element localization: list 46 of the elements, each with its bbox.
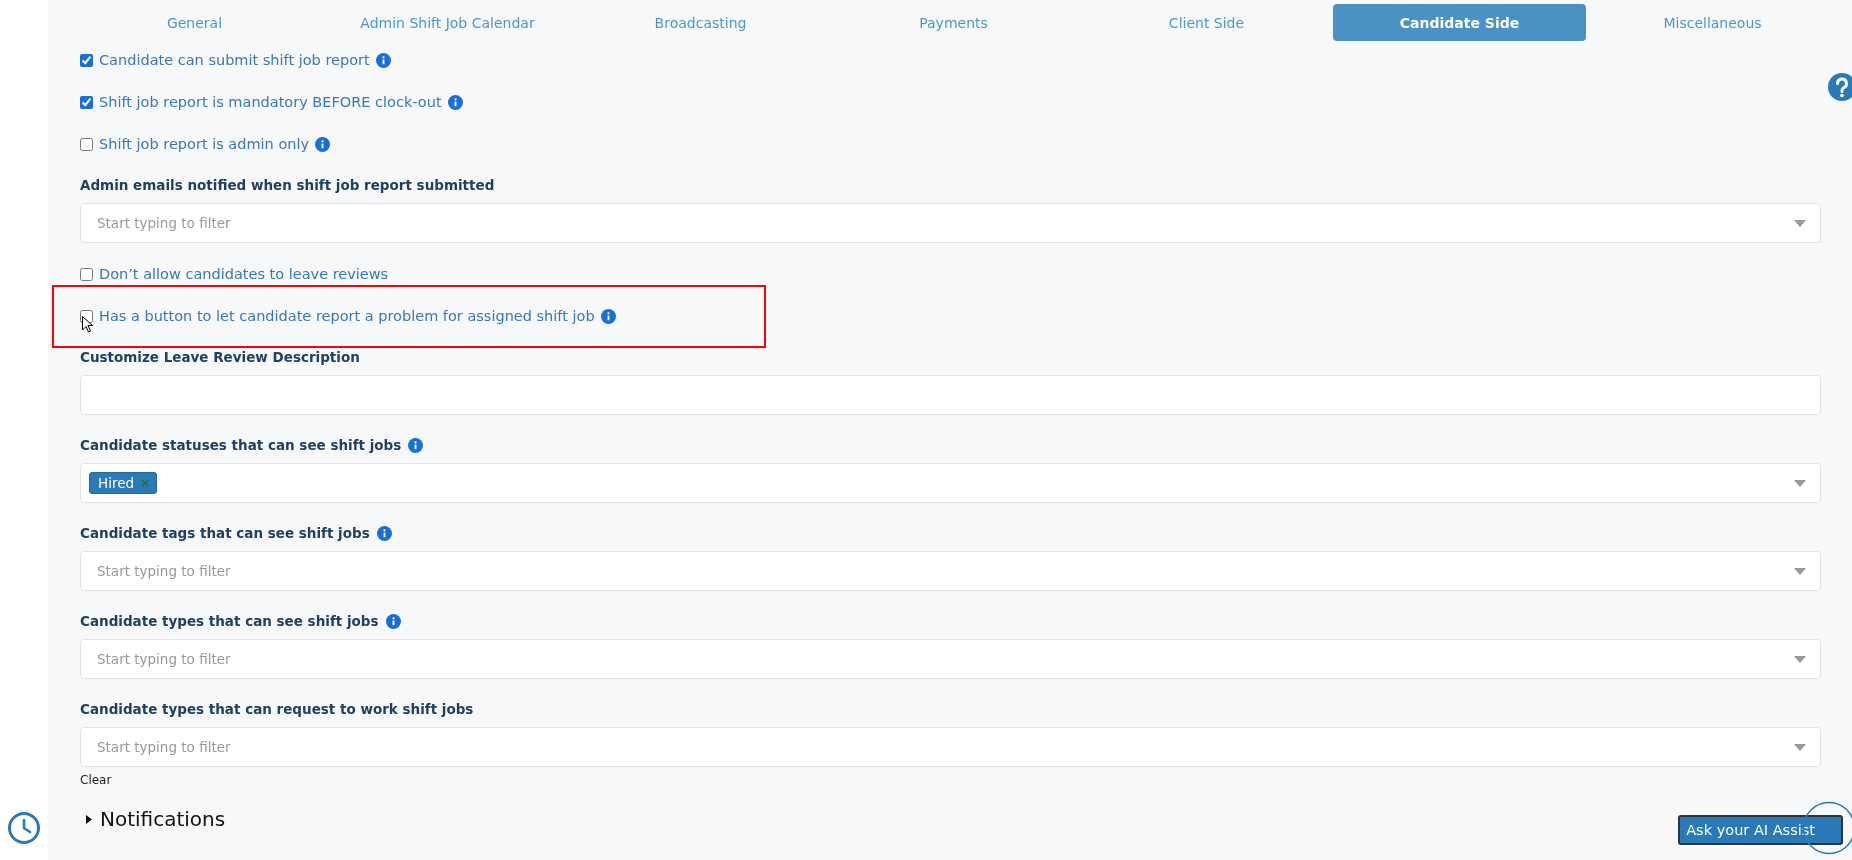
checkbox[interactable] <box>80 95 93 109</box>
checkbox[interactable] <box>80 309 93 323</box>
tab[interactable]: Admin Shift Job Calendar <box>321 4 574 41</box>
tab[interactable]: Miscellaneous <box>1586 4 1839 41</box>
tab[interactable]: Client Side <box>1080 4 1333 41</box>
cursor-icon <box>82 316 93 333</box>
field-label: Customize Leave Review Description <box>80 349 360 365</box>
clock-icon[interactable] <box>7 811 41 845</box>
dropdown-caret-icon <box>1794 743 1806 751</box>
dropdown-caret-icon <box>1794 567 1806 575</box>
tab[interactable]: Candidate Side <box>1333 4 1586 41</box>
tab[interactable]: Payments <box>827 4 1080 41</box>
dropdown-caret-icon <box>1794 479 1806 487</box>
status-tag: Hired × <box>89 472 158 494</box>
filter-input[interactable]: Start typing to filter <box>97 739 1786 755</box>
checkbox-label[interactable]: Don’t allow candidates to leave reviews <box>99 266 389 282</box>
tab[interactable]: Broadcasting <box>574 4 827 41</box>
tab[interactable]: General <box>68 4 321 41</box>
checkbox-label[interactable]: Shift job report is mandatory BEFORE clock-out <box>99 94 442 110</box>
checkbox[interactable] <box>80 267 93 281</box>
field-label: Admin emails notified when shift job report submitted <box>80 177 495 193</box>
text-field[interactable] <box>80 375 1821 415</box>
checkbox[interactable] <box>80 53 93 67</box>
multi-select-field[interactable]: Start typing to filter <box>80 727 1821 767</box>
multi-select-field[interactable]: Start typing to filter <box>80 639 1821 679</box>
filter-input[interactable]: Start typing to filter <box>97 563 1786 579</box>
field-label: Candidate tags that can see shift jobs <box>80 525 370 541</box>
dropdown-caret-icon <box>1794 219 1806 227</box>
clear-link[interactable]: Clear <box>80 773 1821 787</box>
checkbox-label[interactable]: Shift job report is admin only <box>99 136 310 152</box>
field-label: Candidate types that can see shift jobs <box>80 613 379 629</box>
checkbox-label[interactable]: Candidate can submit shift job report <box>99 52 370 68</box>
filter-input[interactable]: Start typing to filter <box>97 215 1786 231</box>
multi-select-field[interactable]: Start typing to filter <box>80 203 1821 243</box>
multi-select-field[interactable]: Hired × <box>80 463 1821 503</box>
field-label: Candidate statuses that can see shift jobs <box>80 437 402 453</box>
filter-input[interactable]: Start typing to filter <box>97 651 1786 667</box>
dropdown-caret-icon <box>1794 655 1806 663</box>
field-label: Candidate types that can request to work shift jobs <box>80 701 474 717</box>
help-icon[interactable] <box>1828 73 1852 101</box>
section-title[interactable]: Notifications <box>100 807 226 831</box>
checkbox-label[interactable]: Has a button to let candidate report a problem for assigned shift job <box>99 308 595 324</box>
ai-assistant-button[interactable]: Ask your AI Assist <box>1678 815 1843 845</box>
expand-caret-icon[interactable] <box>86 814 92 824</box>
checkbox[interactable] <box>80 137 93 151</box>
multi-select-field[interactable]: Start typing to filter <box>80 551 1821 591</box>
